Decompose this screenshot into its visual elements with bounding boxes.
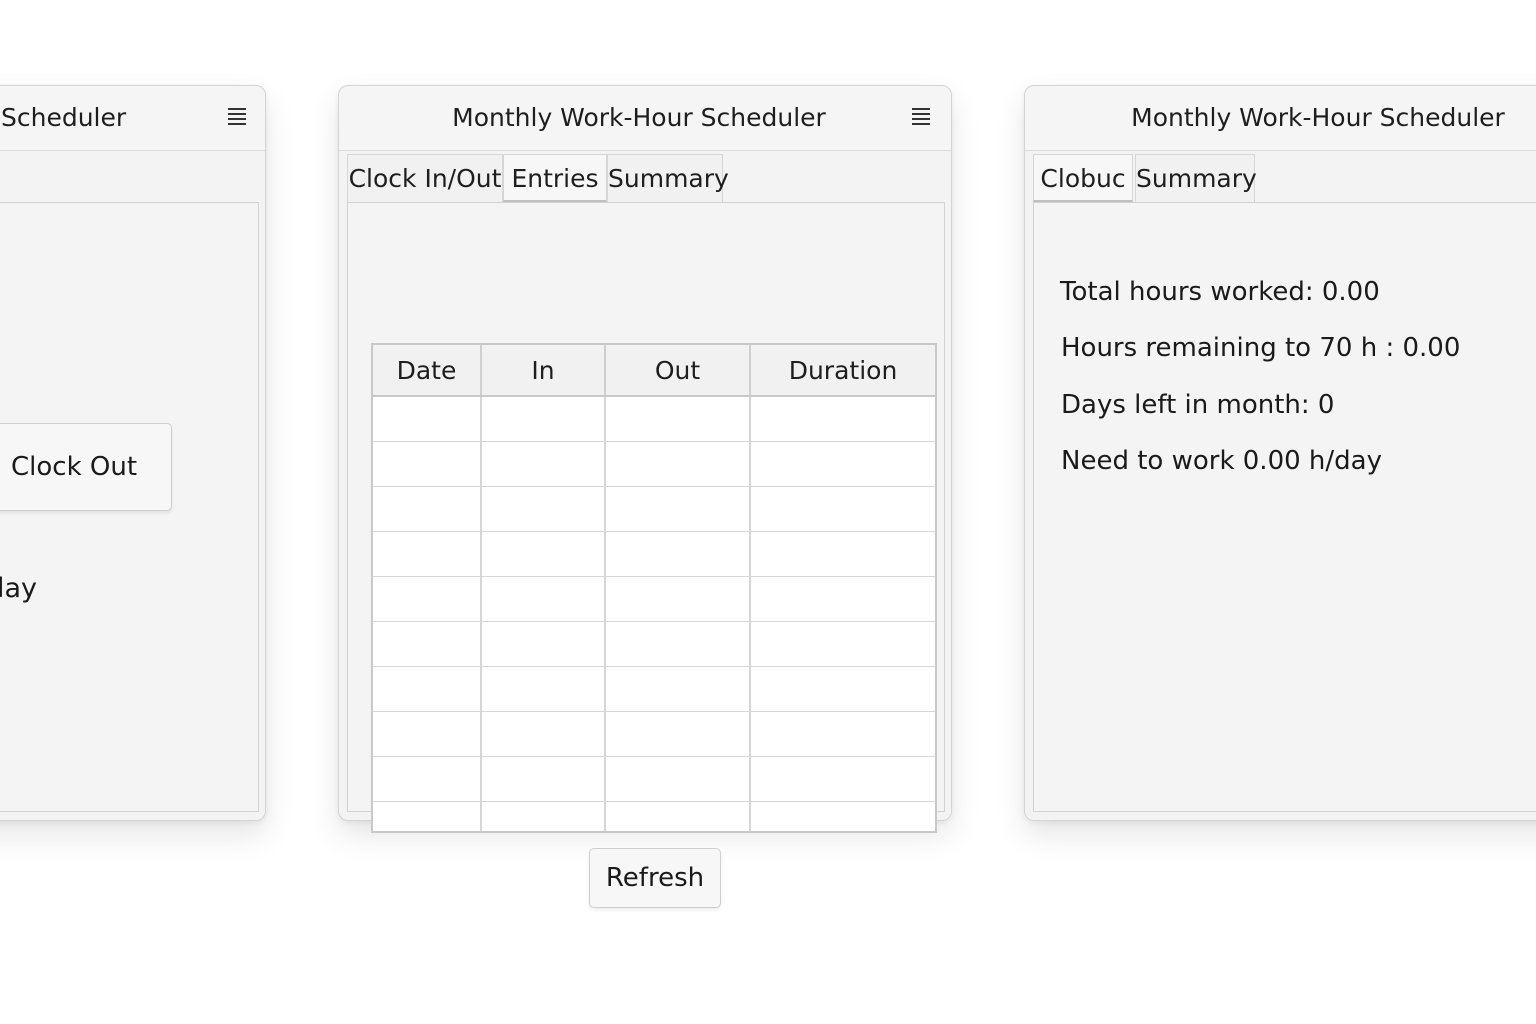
entries-table[interactable]: Date In Out Duration [371, 343, 937, 833]
total-hours-text: Total hours worked: 0.00 [1060, 277, 1380, 307]
clock-status-text: ked in today [0, 573, 37, 604]
table-cell[interactable] [605, 711, 751, 757]
table-cell[interactable] [373, 801, 482, 831]
column-header-in[interactable]: In [481, 345, 606, 397]
hamburger-menu-icon[interactable] [912, 108, 930, 126]
table-cell[interactable] [373, 441, 482, 487]
table-cell[interactable] [605, 576, 751, 622]
clock-out-button[interactable]: Clock Out [0, 423, 172, 511]
table-row[interactable] [373, 756, 935, 802]
table-row[interactable] [373, 576, 935, 622]
tab-summary[interactable]: Summary [1135, 154, 1257, 202]
table-row[interactable] [373, 441, 935, 487]
scheduler-window-summary: Monthly Work-Hour Scheduler Clobuc Summa… [1024, 85, 1536, 821]
tab-bar: Clock In/Out Entries Summary [347, 154, 945, 202]
table-cell[interactable] [373, 531, 482, 577]
table-cell[interactable] [605, 531, 751, 577]
days-left-text: Days left in month: 0 [1061, 390, 1335, 420]
table-cell[interactable] [605, 801, 751, 831]
column-header-duration[interactable]: Duration [750, 345, 935, 397]
table-cell[interactable] [750, 531, 935, 577]
table-cell[interactable] [481, 621, 606, 667]
title-bar: Scheduler [0, 86, 265, 151]
table-cell[interactable] [605, 486, 751, 532]
table-cell[interactable] [373, 396, 482, 442]
hours-remaining-text: Hours remaining to 70 h : 0.00 [1061, 333, 1461, 363]
tab-clock[interactable]: Clobuc [1033, 154, 1133, 202]
summary-panel: Total hours worked: 0.00 Hours remaining… [1033, 202, 1536, 812]
scheduler-window-left: Scheduler Clock Out ked in today [0, 85, 266, 821]
table-row[interactable] [373, 621, 935, 667]
table-cell[interactable] [481, 531, 606, 577]
column-header-date[interactable]: Date [373, 345, 482, 397]
table-cell[interactable] [750, 576, 935, 622]
table-cell[interactable] [605, 756, 751, 802]
title-bar: Monthly Work-Hour Scheduler [1025, 86, 1536, 151]
table-cell[interactable] [605, 441, 751, 487]
window-title: Monthly Work-Hour Scheduler [1131, 103, 1505, 132]
hamburger-menu-icon[interactable] [228, 108, 246, 126]
table-cell[interactable] [750, 441, 935, 487]
window-title: Scheduler [1, 103, 127, 132]
table-row[interactable] [373, 711, 935, 757]
entries-panel: Date In Out Duration Refresh [347, 202, 945, 908]
table-cell[interactable] [750, 711, 935, 757]
table-row[interactable] [373, 801, 935, 831]
table-cell[interactable] [481, 756, 606, 802]
table-cell[interactable] [750, 396, 935, 442]
table-row[interactable] [373, 396, 935, 442]
table-cell[interactable] [481, 441, 606, 487]
table-cell[interactable] [481, 486, 606, 532]
column-header-out[interactable]: Out [605, 345, 751, 397]
table-cell[interactable] [481, 801, 606, 831]
table-cell[interactable] [373, 756, 482, 802]
table-cell[interactable] [373, 621, 482, 667]
table-cell[interactable] [605, 621, 751, 667]
tab-summary[interactable]: Summary [607, 154, 729, 202]
table-row[interactable] [373, 666, 935, 712]
table-cell[interactable] [373, 576, 482, 622]
table-cell[interactable] [750, 801, 935, 831]
window-title: Monthly Work-Hour Scheduler [452, 103, 826, 132]
table-cell[interactable] [481, 711, 606, 757]
table-cell[interactable] [750, 666, 935, 712]
tab-entries[interactable]: Entries [503, 154, 607, 202]
table-cell[interactable] [481, 576, 606, 622]
table-cell[interactable] [373, 666, 482, 712]
table-cell[interactable] [481, 396, 606, 442]
table-cell[interactable] [373, 711, 482, 757]
table-cell[interactable] [481, 666, 606, 712]
tab-bar: Clobuc Summary [1033, 154, 1536, 202]
hours-per-day-text: Need to work 0.00 h/day [1061, 446, 1382, 476]
table-cell[interactable] [750, 756, 935, 802]
table-cell[interactable] [605, 666, 751, 712]
desktop: Scheduler Clock Out ked in today Monthly… [0, 0, 1536, 1024]
clock-panel: Clock Out ked in today [0, 202, 259, 812]
table-row[interactable] [373, 486, 935, 532]
table-cell[interactable] [750, 621, 935, 667]
refresh-button[interactable]: Refresh [589, 848, 721, 908]
title-bar: Monthly Work-Hour Scheduler [339, 86, 951, 151]
table-cell[interactable] [750, 486, 935, 532]
table-row[interactable] [373, 531, 935, 577]
tab-clock-in-out[interactable]: Clock In/Out [347, 154, 503, 202]
table-header-row: Date In Out Duration [373, 345, 935, 397]
scheduler-window-entries: Monthly Work-Hour Scheduler Clock In/Out… [338, 85, 952, 908]
table-cell[interactable] [373, 486, 482, 532]
table-cell[interactable] [605, 396, 751, 442]
